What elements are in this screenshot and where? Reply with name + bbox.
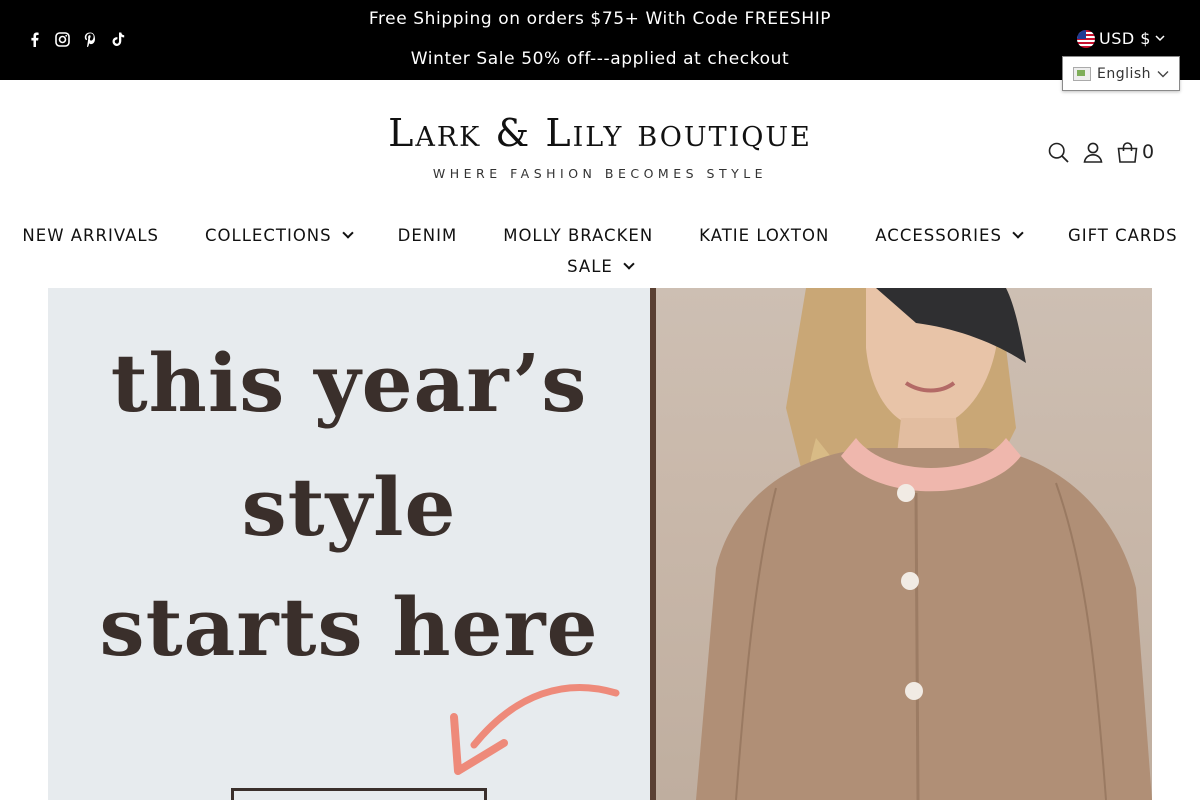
currency-selector[interactable]: USD $: [1077, 29, 1165, 48]
nav-item-katie-loxton[interactable]: KATIE LOXTON: [699, 226, 829, 245]
arrow-icon: [450, 684, 620, 775]
hero-headline-line1: this year’s: [110, 336, 588, 430]
social-links: [26, 31, 126, 47]
model-photo: [696, 288, 1152, 800]
facebook-icon[interactable]: [26, 31, 42, 47]
nav-label: NEW ARRIVALS: [22, 226, 160, 245]
hero-headline-line3: starts here: [99, 580, 599, 674]
nav-label: KATIE LOXTON: [699, 226, 830, 245]
currency-label: USD $: [1099, 29, 1151, 48]
search-icon[interactable]: [1048, 142, 1069, 163]
tiktok-icon[interactable]: [110, 31, 126, 47]
nav-label: COLLECTIONS: [205, 226, 332, 245]
chevron-down-icon: [341, 227, 354, 239]
announcement-sale: Winter Sale 50% off---applied at checkou…: [410, 49, 790, 69]
nav-row-secondary: SALE: [0, 257, 1200, 276]
language-flag-icon: [1073, 66, 1091, 81]
nav-item-accessories[interactable]: ACCESSORIES: [875, 226, 1024, 245]
pinterest-icon[interactable]: [82, 31, 98, 47]
announcement-bar: Free Shipping on orders $75+ With Code F…: [0, 0, 1200, 80]
nav-item-new-arrivals[interactable]: NEW ARRIVALS: [22, 226, 159, 245]
instagram-icon[interactable]: [54, 31, 70, 47]
us-flag-icon: [1077, 29, 1095, 48]
hero-cta-frame[interactable]: [231, 788, 487, 800]
header-actions: 0: [1048, 141, 1154, 163]
chevron-down-icon: [1157, 70, 1169, 77]
nav-item-sale[interactable]: SALE: [567, 257, 635, 276]
hero-headline-line2: style: [241, 460, 457, 554]
logo-title: Lark & Lily boutique: [388, 111, 812, 155]
hero-text-panel: this year’s style starts here: [48, 288, 650, 800]
nav-label: ACCESSORIES: [875, 226, 1002, 245]
hero-product-image: [656, 288, 1152, 800]
cart-count: 0: [1142, 141, 1155, 163]
nav-label: MOLLY BRACKEN: [503, 226, 654, 245]
logo-tagline: WHERE FASHION BECOMES STYLE: [432, 166, 768, 181]
nav-item-molly-bracken[interactable]: MOLLY BRACKEN: [503, 226, 653, 245]
nav-label: GIFT CARDS: [1067, 226, 1178, 245]
nav-item-denim[interactable]: DENIM: [398, 226, 458, 245]
nav-item-gift-cards[interactable]: GIFT CARDS: [1068, 226, 1178, 245]
nav-label: DENIM: [397, 226, 458, 245]
chevron-down-icon: [1012, 227, 1024, 239]
shopping-bag-icon: [1117, 141, 1138, 163]
store-logo[interactable]: Lark & Lily boutique WHERE FASHION BECOM…: [350, 108, 850, 181]
announcement-shipping: Free Shipping on orders $75+ With Code F…: [368, 9, 832, 29]
chevron-down-icon: [623, 258, 635, 270]
account-icon[interactable]: [1083, 142, 1103, 163]
hero-banner[interactable]: this year’s style starts here: [48, 288, 1152, 800]
language-selector[interactable]: English: [1062, 56, 1180, 91]
cart-button[interactable]: 0: [1117, 141, 1154, 163]
chevron-down-icon: [1155, 35, 1165, 42]
nav-item-collections[interactable]: COLLECTIONS: [205, 226, 354, 245]
language-label: English: [1097, 65, 1152, 82]
nav-row-primary: NEW ARRIVALS COLLECTIONS DENIM MOLLY BRA…: [0, 226, 1200, 245]
nav-label: SALE: [567, 257, 613, 276]
